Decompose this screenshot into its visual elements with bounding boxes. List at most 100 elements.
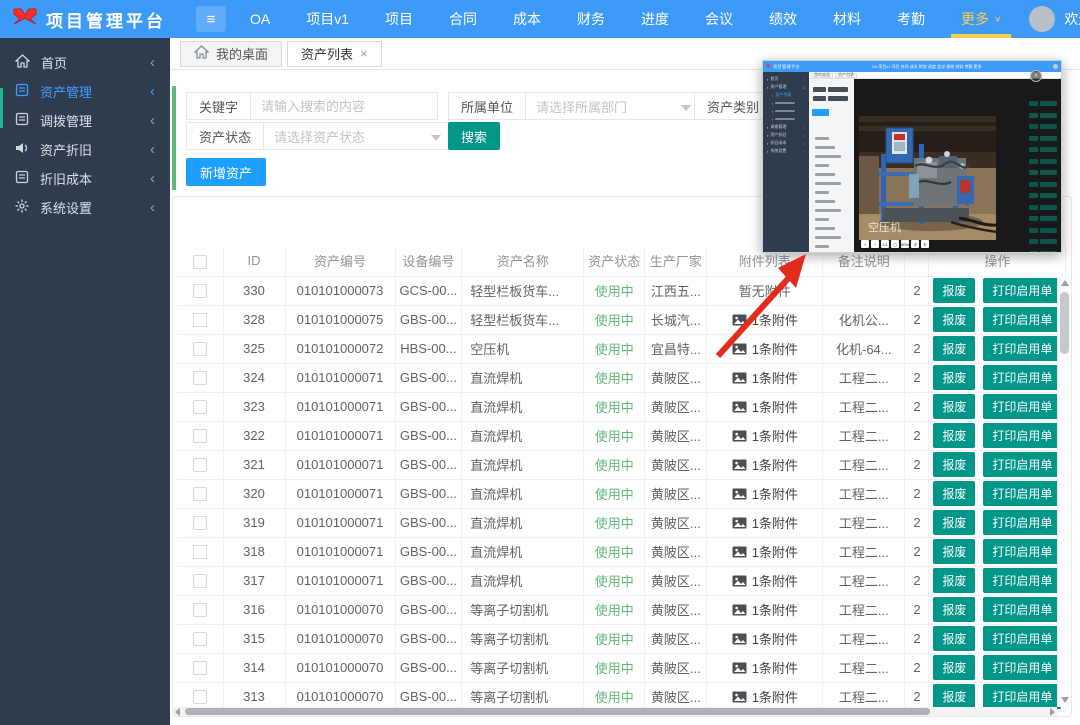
scrap-button[interactable]: 报废	[933, 452, 975, 477]
attachment-link[interactable]: 1条附件	[732, 542, 798, 561]
horizontal-scrollbar[interactable]	[173, 707, 1057, 716]
scroll-down-icon[interactable]	[1061, 697, 1069, 703]
scrap-button[interactable]: 报废	[933, 481, 975, 506]
print-enable-button[interactable]: 打印启用单	[983, 394, 1061, 419]
attachment-link[interactable]: 1条附件	[732, 426, 798, 445]
nav-item[interactable]: 合同	[431, 0, 495, 38]
horizontal-scroll-thumb[interactable]	[185, 708, 930, 715]
viewer-tool-button[interactable]: ▢	[891, 240, 899, 248]
attachment-link[interactable]: 1条附件	[732, 455, 798, 474]
asset-photo[interactable]: 空压机	[859, 116, 996, 240]
attachment-link[interactable]: 1条附件	[732, 484, 798, 503]
row-checkbox[interactable]	[193, 487, 207, 501]
scrap-button[interactable]: 报废	[933, 365, 975, 390]
nav-item[interactable]: 绩效	[751, 0, 815, 38]
print-enable-button[interactable]: 打印启用单	[983, 539, 1061, 564]
print-enable-button[interactable]: 打印启用单	[983, 510, 1061, 535]
row-checkbox[interactable]	[193, 603, 207, 617]
row-checkbox[interactable]	[193, 284, 207, 298]
nav-item[interactable]: 成本	[495, 0, 559, 38]
attachment-link[interactable]: 1条附件	[732, 513, 798, 532]
nav-item[interactable]: 会议	[687, 0, 751, 38]
nav-item-more[interactable]: 更多∨	[943, 0, 1019, 38]
print-enable-button[interactable]: 打印启用单	[983, 336, 1061, 361]
attachment-link[interactable]: 1条附件	[732, 310, 798, 329]
scroll-up-icon[interactable]	[1061, 280, 1069, 286]
attachment-link[interactable]: 1条附件	[732, 687, 798, 706]
scrap-button[interactable]: 报废	[933, 423, 975, 448]
scrap-button[interactable]: 报废	[933, 684, 975, 709]
row-checkbox[interactable]	[193, 313, 207, 327]
nav-item[interactable]: 项目v1	[288, 0, 367, 38]
nav-item[interactable]: 考勤	[879, 0, 943, 38]
vertical-scroll-thumb[interactable]	[1060, 292, 1069, 354]
close-icon[interactable]: ×	[360, 46, 368, 61]
scrap-button[interactable]: 报废	[933, 626, 975, 651]
hamburger-menu-icon[interactable]: ≡	[196, 6, 226, 32]
unit-select[interactable]: 请选择所属部门	[525, 92, 701, 120]
tab-desktop[interactable]: 我的桌面	[180, 41, 282, 67]
nav-item[interactable]: OA	[232, 0, 288, 38]
row-checkbox[interactable]	[193, 661, 207, 675]
row-checkbox[interactable]	[193, 342, 207, 356]
sidebar-item[interactable]: 系统设置‹	[0, 193, 170, 222]
keyword-input[interactable]	[261, 99, 427, 114]
row-checkbox[interactable]	[193, 400, 207, 414]
row-checkbox[interactable]	[193, 632, 207, 646]
viewer-tool-button[interactable]: 1:1	[881, 240, 889, 248]
avatar[interactable]	[1029, 6, 1055, 32]
scrap-button[interactable]: 报废	[933, 597, 975, 622]
sidebar-item[interactable]: 资产折旧‹	[0, 135, 170, 164]
scrap-button[interactable]: 报废	[933, 307, 975, 332]
attachment-link[interactable]: 1条附件	[732, 571, 798, 590]
row-checkbox[interactable]	[193, 429, 207, 443]
row-checkbox[interactable]	[193, 371, 207, 385]
search-button[interactable]: 搜索	[448, 122, 500, 150]
sidebar-item[interactable]: 首页‹	[0, 48, 170, 77]
nav-item[interactable]: 项目	[367, 0, 431, 38]
attachment-link[interactable]: 1条附件	[732, 339, 798, 358]
print-enable-button[interactable]: 打印启用单	[983, 452, 1061, 477]
print-enable-button[interactable]: 打印启用单	[983, 481, 1061, 506]
print-enable-button[interactable]: 打印启用单	[983, 365, 1061, 390]
print-enable-button[interactable]: 打印启用单	[983, 597, 1061, 622]
sidebar-scrollbar[interactable]	[0, 88, 3, 128]
print-enable-button[interactable]: 打印启用单	[983, 278, 1061, 303]
nav-item[interactable]: 财务	[559, 0, 623, 38]
sidebar-item[interactable]: 资产管理‹	[0, 77, 170, 106]
scrap-button[interactable]: 报废	[933, 394, 975, 419]
scrap-button[interactable]: 报废	[933, 539, 975, 564]
attachment-link[interactable]: 1条附件	[732, 600, 798, 619]
print-enable-button[interactable]: 打印启用单	[983, 307, 1061, 332]
print-enable-button[interactable]: 打印启用单	[983, 626, 1061, 651]
scrap-button[interactable]: 报废	[933, 278, 975, 303]
scrap-button[interactable]: 报废	[933, 336, 975, 361]
print-enable-button[interactable]: 打印启用单	[983, 684, 1061, 709]
nav-item[interactable]: 进度	[623, 0, 687, 38]
viewer-tool-button[interactable]: +	[861, 240, 869, 248]
user-area[interactable]: 欢迎您, 叶炜	[1019, 6, 1080, 32]
print-enable-button[interactable]: 打印启用单	[983, 568, 1061, 593]
scroll-right-icon[interactable]	[1050, 708, 1055, 716]
scrap-button[interactable]: 报废	[933, 655, 975, 680]
viewer-tool-button[interactable]: ↻	[921, 240, 929, 248]
row-checkbox[interactable]	[193, 458, 207, 472]
sidebar-item[interactable]: 折旧成本‹	[0, 164, 170, 193]
scrap-button[interactable]: 报废	[933, 568, 975, 593]
row-checkbox[interactable]	[193, 574, 207, 588]
scroll-left-icon[interactable]	[175, 708, 180, 716]
status-select[interactable]: 请选择资产状态	[263, 122, 451, 150]
select-all-checkbox[interactable]	[193, 255, 207, 269]
print-enable-button[interactable]: 打印启用单	[983, 423, 1061, 448]
viewer-tool-button[interactable]: −	[871, 240, 879, 248]
vertical-scrollbar[interactable]	[1057, 276, 1071, 707]
nav-item[interactable]: 材料	[815, 0, 879, 38]
row-checkbox[interactable]	[193, 516, 207, 530]
print-enable-button[interactable]: 打印启用单	[983, 655, 1061, 680]
viewer-tool-button[interactable]: 50%	[901, 240, 909, 248]
attachment-link[interactable]: 1条附件	[732, 368, 798, 387]
tab-active[interactable]: 资产列表×	[287, 41, 382, 67]
viewer-tool-button[interactable]: ↺	[911, 240, 919, 248]
attachment-link[interactable]: 1条附件	[732, 629, 798, 648]
attachment-link[interactable]: 1条附件	[732, 658, 798, 677]
